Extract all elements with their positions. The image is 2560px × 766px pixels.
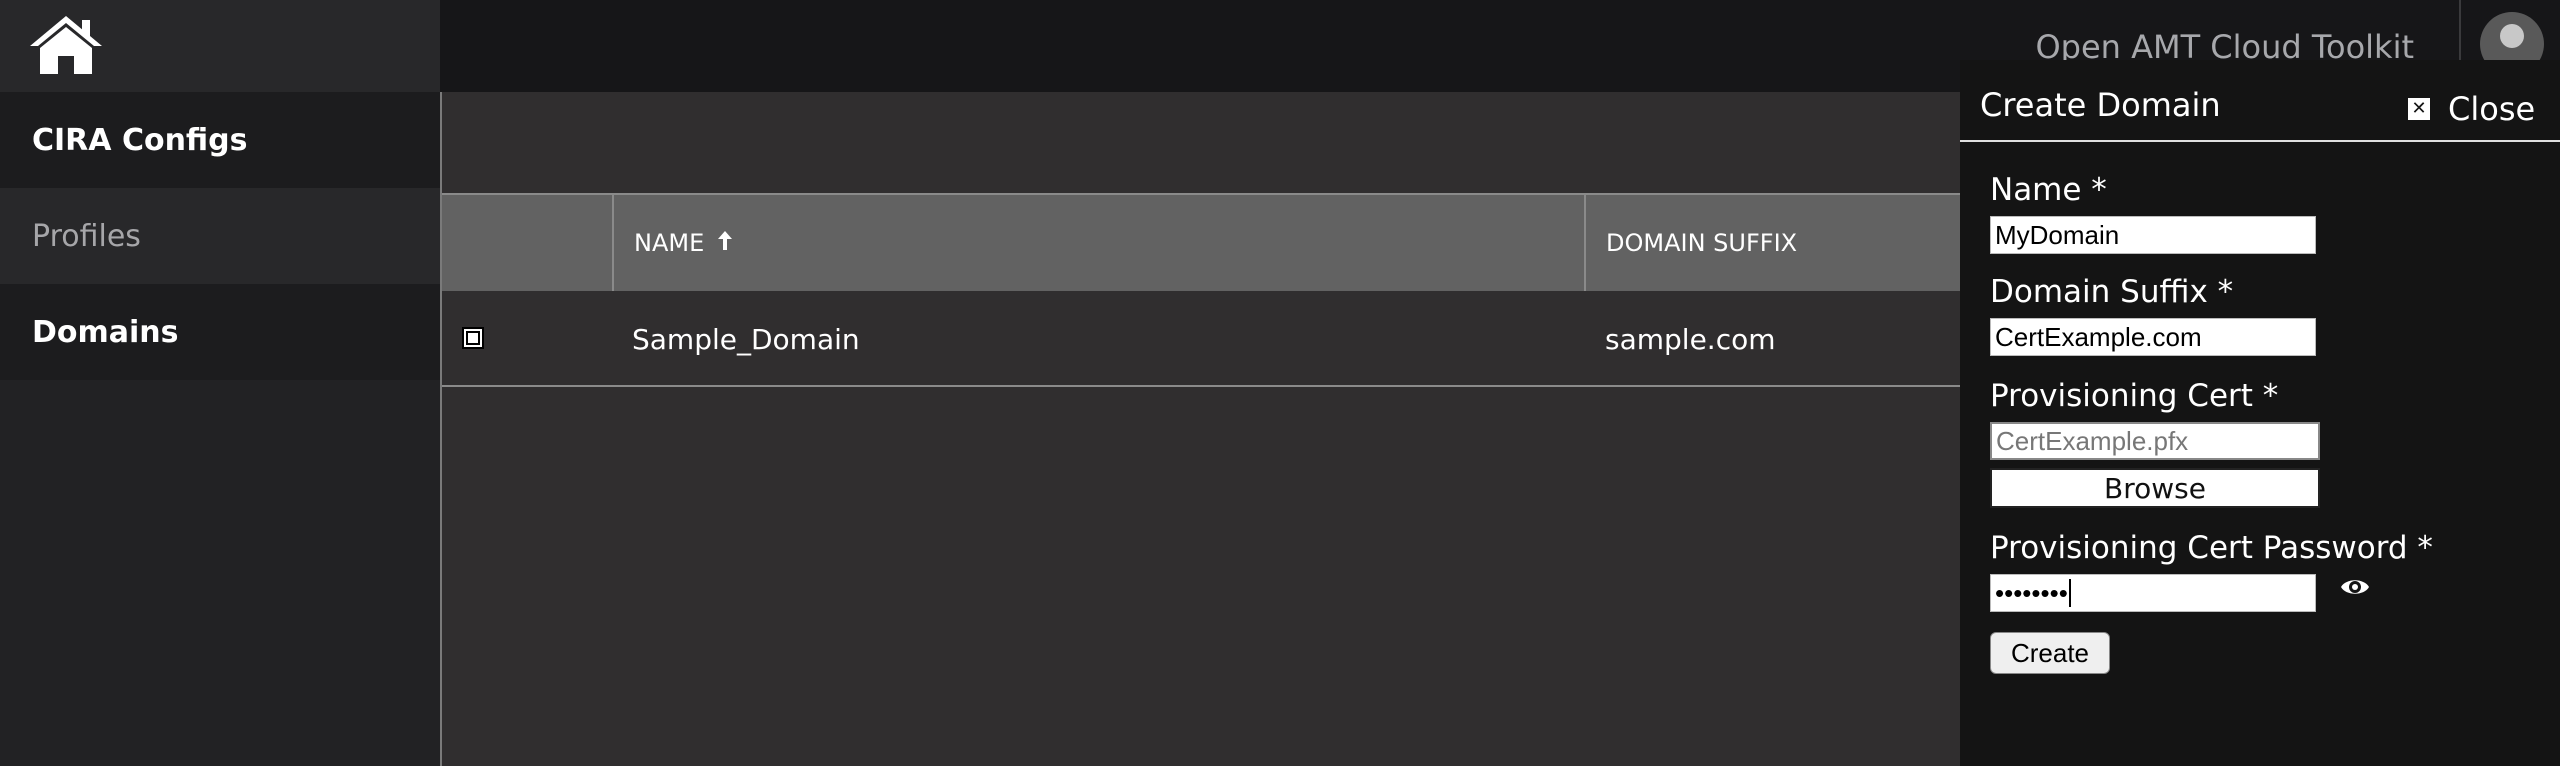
sidebar-item-label: Profiles — [32, 218, 141, 254]
text-cursor — [2068, 579, 2071, 607]
cell-name: Sample_Domain — [632, 322, 860, 356]
row-checkbox[interactable] — [462, 327, 484, 349]
provisioning-cert-field[interactable]: CertExample.pfx — [1990, 422, 2320, 460]
close-icon: ✕ — [2408, 98, 2430, 120]
sidebar-item-domains[interactable]: Domains — [0, 284, 440, 380]
cert-password-field[interactable]: •••••••• — [1990, 574, 2316, 612]
table-header: NAME DOMAIN SUFFIX — [442, 193, 1962, 291]
sidebar-item-label: Domains — [32, 314, 179, 350]
domain-suffix-field[interactable]: CertExample.com — [1990, 318, 2316, 356]
table-row[interactable]: Sample_Domain sample.com — [442, 291, 1962, 387]
column-header-label: DOMAIN SUFFIX — [1606, 229, 1798, 257]
drawer-divider — [1960, 140, 2560, 142]
drawer-title: Create Domain — [1980, 86, 2221, 124]
arrow-up-icon — [716, 229, 734, 257]
home-link[interactable] — [0, 0, 440, 92]
cell-domain-suffix: sample.com — [1605, 322, 1776, 356]
create-domain-drawer: Create Domain ✕ Close Name * MyDomain Do… — [1960, 60, 2560, 766]
close-label: Close — [2448, 90, 2536, 128]
provisioning-cert-label: Provisioning Cert * — [1990, 378, 2279, 414]
column-header-name[interactable]: NAME — [614, 195, 1414, 291]
name-field[interactable]: MyDomain — [1990, 216, 2316, 254]
sidebar-item-label: CIRA Configs — [32, 122, 248, 158]
create-button[interactable]: Create — [1990, 632, 2110, 674]
password-mask: •••••••• — [1995, 577, 2068, 608]
cert-password-label: Provisioning Cert Password * — [1990, 530, 2433, 566]
name-label: Name * — [1990, 172, 2107, 208]
home-icon — [30, 16, 102, 74]
sidebar-item-profiles[interactable]: Profiles — [0, 188, 440, 284]
sidebar-item-cira-configs[interactable]: CIRA Configs — [0, 92, 440, 188]
eye-icon[interactable] — [2340, 576, 2370, 602]
close-button[interactable]: ✕ Close — [2408, 90, 2535, 128]
column-header-label: NAME — [634, 229, 705, 257]
domain-suffix-label: Domain Suffix * — [1990, 274, 2234, 310]
browse-button[interactable]: Browse — [1990, 468, 2320, 508]
column-header-domain-suffix[interactable]: DOMAIN SUFFIX — [1586, 195, 1962, 291]
sidebar: CIRA Configs Profiles Domains — [0, 0, 440, 766]
